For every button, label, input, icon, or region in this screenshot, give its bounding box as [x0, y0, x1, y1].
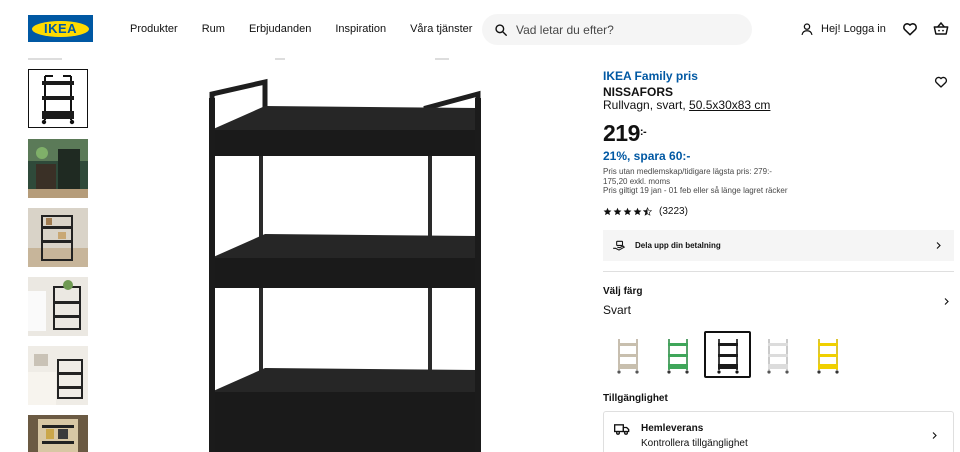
selected-color-name: Svart	[603, 303, 632, 317]
logo-text: IKEA	[43, 21, 78, 36]
heart-icon[interactable]	[902, 21, 918, 37]
star-icon	[623, 207, 632, 216]
chevron-right-icon	[936, 242, 941, 249]
thumbnail-2[interactable]	[28, 139, 88, 198]
truck-icon	[614, 424, 630, 435]
color-swatch-beige[interactable]	[604, 331, 651, 378]
user-icon	[801, 23, 813, 35]
shopping-basket-icon[interactable]	[933, 21, 949, 37]
thumbnail-5[interactable]	[28, 346, 88, 405]
search-icon	[495, 23, 507, 36]
thumbnail-edge	[28, 58, 62, 60]
nav-tjanster[interactable]: Våra tjänster	[410, 23, 472, 35]
nav-erbjudanden[interactable]: Erbjudanden	[249, 23, 311, 35]
star-icon	[613, 207, 622, 216]
search-input[interactable]	[516, 22, 736, 37]
hand-money-icon	[613, 240, 626, 251]
divider	[603, 271, 954, 272]
logo-oval: IKEA	[32, 20, 89, 37]
half-star-icon	[643, 207, 652, 216]
product-dimensions-link[interactable]: 50.5x30x83 cm	[689, 98, 770, 112]
search-bar[interactable]	[482, 14, 752, 45]
ikea-logo[interactable]: IKEA	[28, 15, 93, 42]
family-price-badge: IKEA Family pris	[603, 69, 698, 83]
product-price: 219:-	[603, 120, 647, 147]
product-name: NISSAFORS	[603, 85, 674, 99]
rating-row[interactable]: (3223)	[603, 206, 688, 217]
chevron-right-icon[interactable]	[942, 297, 951, 306]
nav-produkter[interactable]: Produkter	[130, 23, 178, 35]
main-nav: Produkter Rum Erbjudanden Inspiration Vå…	[130, 23, 496, 35]
thumbnail-1[interactable]	[28, 69, 88, 128]
product-type: Rullvagn, svart,	[603, 98, 690, 112]
rating-stars	[603, 207, 652, 216]
login-link[interactable]: Hej! Logga in	[800, 22, 886, 36]
price-value: 219	[603, 120, 640, 146]
delivery-title: Hemleverans	[641, 423, 704, 434]
split-payment-box[interactable]: Dela upp din betalning	[603, 230, 954, 261]
review-count: (3223)	[659, 206, 688, 217]
availability-label: Tillgänglighet	[603, 393, 668, 404]
price-suffix: :-	[639, 126, 647, 138]
login-label: Hej! Logga in	[821, 23, 886, 35]
favorite-heart-icon[interactable]	[934, 75, 948, 89]
fine-print-3: Pris giltigt 19 jan - 01 feb eller så lä…	[603, 186, 788, 195]
thumbnail-3[interactable]	[28, 208, 88, 267]
color-label: Välj färg	[603, 286, 643, 297]
star-icon	[603, 207, 612, 216]
fine-print-1: Pris utan medlemskap/tidigare lägsta pri…	[603, 167, 772, 176]
thumbnail-4[interactable]	[28, 277, 88, 336]
color-swatch-white[interactable]	[754, 331, 801, 378]
home-delivery-box[interactable]: Hemleverans Kontrollera tillgänglighet	[603, 411, 954, 452]
nav-inspiration[interactable]: Inspiration	[335, 23, 386, 35]
thumbnail-strip	[28, 58, 90, 452]
delivery-subtitle: Kontrollera tillgänglighet	[641, 438, 748, 449]
color-swatch-black[interactable]	[704, 331, 751, 378]
saving-text: 21%, spara 60:-	[603, 149, 691, 163]
main-product-image[interactable]	[105, 58, 585, 452]
product-description: Rullvagn, svart, 50.5x30x83 cm	[603, 98, 770, 112]
split-payment-label: Dela upp din betalning	[635, 241, 721, 250]
color-swatch-yellow[interactable]	[804, 331, 851, 378]
thumbnail-6[interactable]	[28, 415, 88, 452]
site-header: IKEA Produkter Rum Erbjudanden Inspirati…	[0, 0, 960, 58]
chevron-right-icon	[932, 432, 937, 439]
star-icon	[633, 207, 642, 216]
nav-rum[interactable]: Rum	[202, 23, 225, 35]
color-swatch-green[interactable]	[654, 331, 701, 378]
